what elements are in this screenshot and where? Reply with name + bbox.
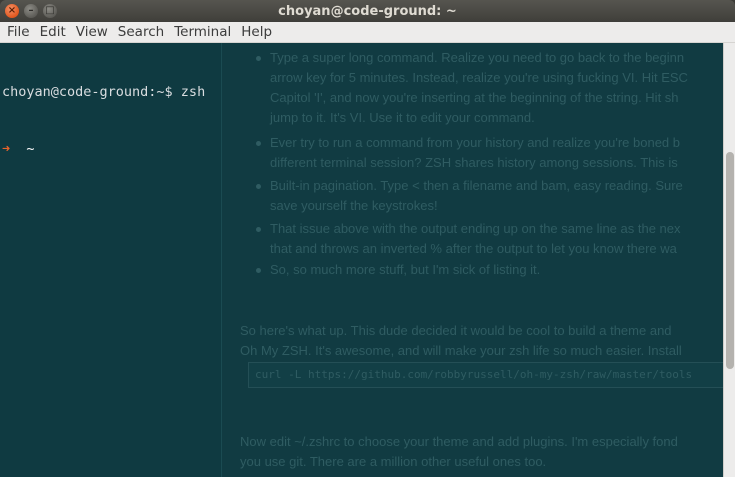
bg-text-line: That issue above with the output ending … xyxy=(270,221,681,236)
bg-text-line: So, so much more stuff, but I'm sick of … xyxy=(270,262,541,277)
bg-text-line: Ever try to run a command from your hist… xyxy=(270,135,681,150)
bg-text-line: Now edit ~/.zshrc to choose your theme a… xyxy=(240,434,678,449)
bullet-dot xyxy=(256,141,261,146)
close-window-button[interactable]: × xyxy=(5,4,19,18)
window-title: choyan@code-ground: ~ xyxy=(278,3,457,19)
title-bar: × – □ choyan@code-ground: ~ xyxy=(0,0,735,22)
minimize-icon: – xyxy=(28,5,34,16)
bg-text-line: arrow key for 5 minutes. Instead, realiz… xyxy=(270,70,688,85)
bullet-dot xyxy=(256,227,261,232)
zsh-current-dir: ~ xyxy=(26,141,35,157)
terminal-area[interactable]: Type a super long command. Realize you n… xyxy=(0,43,723,477)
scrollbar-thumb[interactable] xyxy=(726,152,734,369)
zsh-prompt-line: ➜ ~ xyxy=(2,140,205,159)
menu-terminal[interactable]: Terminal xyxy=(169,22,236,43)
background-article: Type a super long command. Realize you n… xyxy=(240,43,723,477)
terminal-output: choyan@code-ground:~$ zsh ➜ ~ xyxy=(2,45,205,197)
menu-edit[interactable]: Edit xyxy=(35,22,71,43)
terminal-scrollbar[interactable] xyxy=(723,43,735,477)
bullet-dot xyxy=(256,56,261,61)
bg-text-line: So here's what up. This dude decided it … xyxy=(240,323,672,338)
bg-text-line: save yourself the keystrokes! xyxy=(270,198,438,213)
maximize-icon: □ xyxy=(45,5,55,16)
window-controls: × – □ xyxy=(5,4,57,18)
menu-search[interactable]: Search xyxy=(113,22,169,43)
zsh-arrow-icon: ➜ xyxy=(2,141,11,157)
bg-text-line: you use git. There are a million other u… xyxy=(240,454,547,469)
bg-text-line: that and throws an inverted % after the … xyxy=(270,241,677,256)
bg-text-line: Oh My ZSH. It's awesome, and will make y… xyxy=(240,343,682,358)
bg-text-line: different terminal session? ZSH shares h… xyxy=(270,155,678,170)
menu-view[interactable]: View xyxy=(71,22,113,43)
bg-text-line: Built-in pagination. Type < then a filen… xyxy=(270,178,683,193)
bullet-dot xyxy=(256,184,261,189)
bg-text-line: Capitol 'I', and now you're inserting at… xyxy=(270,90,679,105)
minimize-window-button[interactable]: – xyxy=(24,4,38,18)
menu-bar: File Edit View Search Terminal Help xyxy=(0,22,735,43)
close-icon: × xyxy=(7,5,17,16)
bullet-dot xyxy=(256,268,261,273)
bg-text-line: Type a super long command. Realize you n… xyxy=(270,50,685,65)
terminal-prompt-line: choyan@code-ground:~$ zsh xyxy=(2,84,206,100)
maximize-window-button[interactable]: □ xyxy=(43,4,57,18)
bg-code-block: curl -L https://github.com/robbyrussell/… xyxy=(248,362,723,388)
bg-text-line: jump to it. It's VI. Use it to edit your… xyxy=(270,110,535,125)
menu-help[interactable]: Help xyxy=(236,22,277,43)
menu-file[interactable]: File xyxy=(2,22,35,43)
